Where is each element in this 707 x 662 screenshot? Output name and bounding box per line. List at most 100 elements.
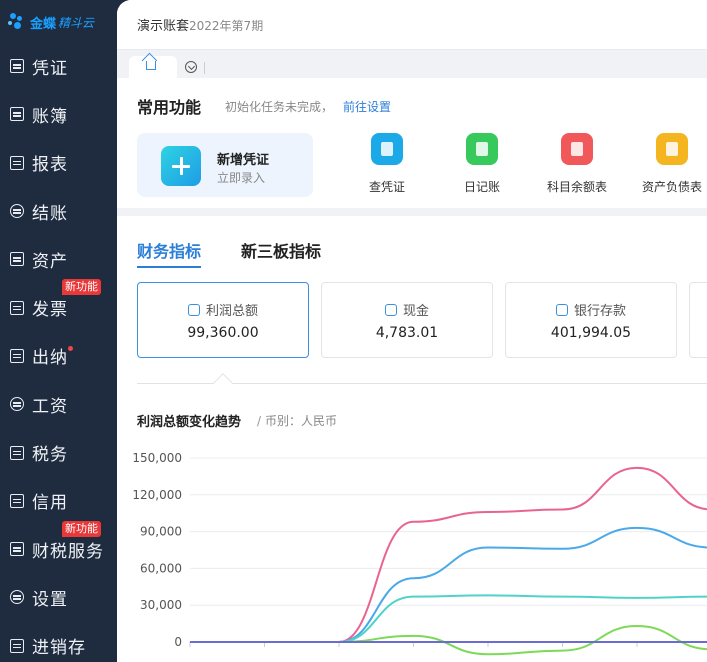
card-icon [555, 304, 568, 316]
series-line-3 [190, 625, 707, 656]
accounting-period: 2022年第7期 [189, 19, 264, 33]
logo-icon [8, 13, 26, 31]
asset-icon [10, 252, 24, 267]
y-tick-label: 0 [174, 635, 182, 649]
metric-cash[interactable]: 现金 4,783.01 [321, 282, 493, 358]
add-voucher-subtitle: 立即录入 [217, 171, 266, 185]
metric-header: 银行存款 [506, 300, 676, 319]
tax-icon [10, 445, 24, 460]
invoice-icon [10, 300, 24, 315]
tab-home[interactable] [129, 56, 177, 80]
sidebar-item-label: 信用 [32, 493, 68, 514]
sidebar-item-label: 报表 [32, 155, 68, 176]
sidebar-item-settings[interactable]: 设置 [0, 573, 117, 621]
report-icon [10, 155, 24, 170]
sidebar-item-inventory[interactable]: 进销存 [0, 622, 117, 662]
sidebar-item-asset[interactable]: 资产 [0, 235, 117, 283]
account-set-title[interactable]: 演示账套2022年第7期 [137, 15, 263, 34]
active-metric-pointer [213, 373, 233, 393]
metric-card-partial[interactable] [689, 282, 707, 358]
metric-bank-deposit[interactable]: 银行存款 401,994.05 [505, 282, 677, 358]
metric-value: 99,360.00 [187, 325, 259, 341]
sidebar-item-label: 出纳 [32, 348, 68, 369]
shortcut-balance-sheet[interactable]: 资产负债表 [632, 133, 707, 195]
settings-icon [10, 590, 24, 605]
sidebar-item-label: 工资 [32, 396, 68, 417]
metric-header: 现金 [322, 300, 492, 319]
sidebar: 金蝶 精斗云 凭证 账簿 报表 结账 资产 发票 新功能 出纳 工资 税务 信用 财税服务 新功能 设置进… [0, 0, 117, 662]
go-settings-link[interactable]: 前往设置 [343, 98, 391, 115]
sidebar-item-ledger[interactable]: 账簿 [0, 90, 117, 138]
app-window: 金蝶 精斗云 凭证 账簿 报表 结账 资产 发票 新功能 出纳 工资 税务 信用 财税服务 新功能 设置进… [0, 0, 707, 662]
sidebar-item-report[interactable]: 报表 [0, 139, 117, 187]
y-tick-label: 120,000 [132, 488, 182, 502]
sidebar-item-label: 结账 [32, 203, 68, 224]
line-chart-svg: 150,000 120,000 90,000 60,000 30,000 0 [132, 451, 707, 656]
series-line-1 [190, 526, 707, 643]
sidebar-item-cashier[interactable]: 出纳 [0, 332, 117, 380]
shortcut-voucher-search[interactable]: 查凭证 [347, 133, 427, 195]
sidebar-item-label: 账簿 [32, 106, 68, 127]
sidebar-item-service[interactable]: 财税服务 新功能 [0, 520, 117, 573]
sidebar-item-label: 财税服务 [32, 541, 104, 562]
tab-neeq-indicators[interactable]: 新三板指标 [241, 238, 321, 262]
plus-icon [161, 146, 201, 186]
tab-financial-indicators[interactable]: 财务指标 [137, 238, 202, 268]
inventory-icon [10, 638, 24, 653]
sidebar-item-voucher[interactable]: 凭证 [0, 42, 117, 90]
logo-text: 金蝶 [30, 16, 57, 32]
logo: 金蝶 精斗云 [8, 10, 94, 34]
sidebar-item-label: 凭证 [32, 58, 68, 79]
logo-subtext: 精斗云 [58, 15, 95, 30]
shortcut-label: 日记账 [463, 180, 500, 194]
add-voucher-title: 新增凭证 [217, 153, 270, 168]
shortcut-label: 查凭证 [368, 180, 405, 194]
tab-bar [117, 50, 707, 80]
salary-icon [10, 397, 24, 412]
shortcut-label: 科目余额表 [546, 180, 607, 194]
section-divider [117, 208, 707, 216]
sidebar-item-label: 设置 [32, 589, 68, 610]
metric-header: 利润总额 [138, 300, 308, 319]
common-functions-title: 常用功能 [137, 98, 202, 117]
sidebar-item-closing[interactable]: 结账 [0, 187, 117, 235]
metric-value: 4,783.01 [375, 325, 439, 341]
init-hint: 初始化任务未完成， [225, 100, 334, 114]
notification-dot [68, 345, 73, 351]
sidebar-item-tax[interactable]: 税务 [0, 428, 117, 476]
chevron-down-icon[interactable] [185, 61, 197, 73]
journal-icon [466, 133, 498, 165]
sidebar-item-label: 税务 [32, 445, 68, 466]
y-tick-label: 30,000 [140, 598, 182, 612]
currency-label: / 币别：人民币 [257, 414, 338, 428]
balance-icon [561, 133, 593, 165]
profit-trend-chart[interactable]: 150,000 120,000 90,000 60,000 30,000 0 [117, 438, 707, 662]
chart-title: 利润总额变化趋势 [137, 415, 242, 430]
service-icon [10, 542, 24, 557]
metric-label: 现金 [402, 304, 429, 319]
shortcut-balance[interactable]: 科目余额表 [537, 133, 617, 195]
y-tick-label: 60,000 [140, 561, 182, 575]
metric-value: 401,994.05 [550, 325, 632, 341]
series-line-2 [190, 594, 707, 643]
voucher-search-icon [371, 133, 403, 165]
metric-label: 银行存款 [573, 304, 626, 319]
metric-total-profit[interactable]: 利润总额 99,360.00 [137, 282, 309, 358]
sidebar-item-credit[interactable]: 信用 [0, 477, 117, 525]
sidebar-item-salary[interactable]: 工资 [0, 380, 117, 428]
voucher-icon [10, 59, 24, 74]
sidebar-item-label: 发票 [32, 300, 68, 321]
shortcut-label: 资产负债表 [641, 180, 702, 194]
shortcut-journal[interactable]: 日记账 [442, 133, 522, 195]
credit-icon [10, 493, 24, 508]
y-tick-label: 150,000 [132, 451, 182, 465]
sidebar-item-label: 资产 [32, 251, 68, 272]
new-feature-badge: 新功能 [62, 520, 101, 537]
money-bag-icon [384, 304, 397, 316]
sidebar-item-label: 进销存 [32, 638, 86, 659]
sidebar-item-invoice[interactable]: 发票 新功能 [0, 279, 117, 331]
new-feature-badge: 新功能 [62, 279, 101, 296]
company-name: 演示账套 [137, 19, 190, 34]
add-voucher-button[interactable]: 新增凭证 立即录入 [137, 133, 313, 197]
ledger-icon [10, 107, 24, 122]
